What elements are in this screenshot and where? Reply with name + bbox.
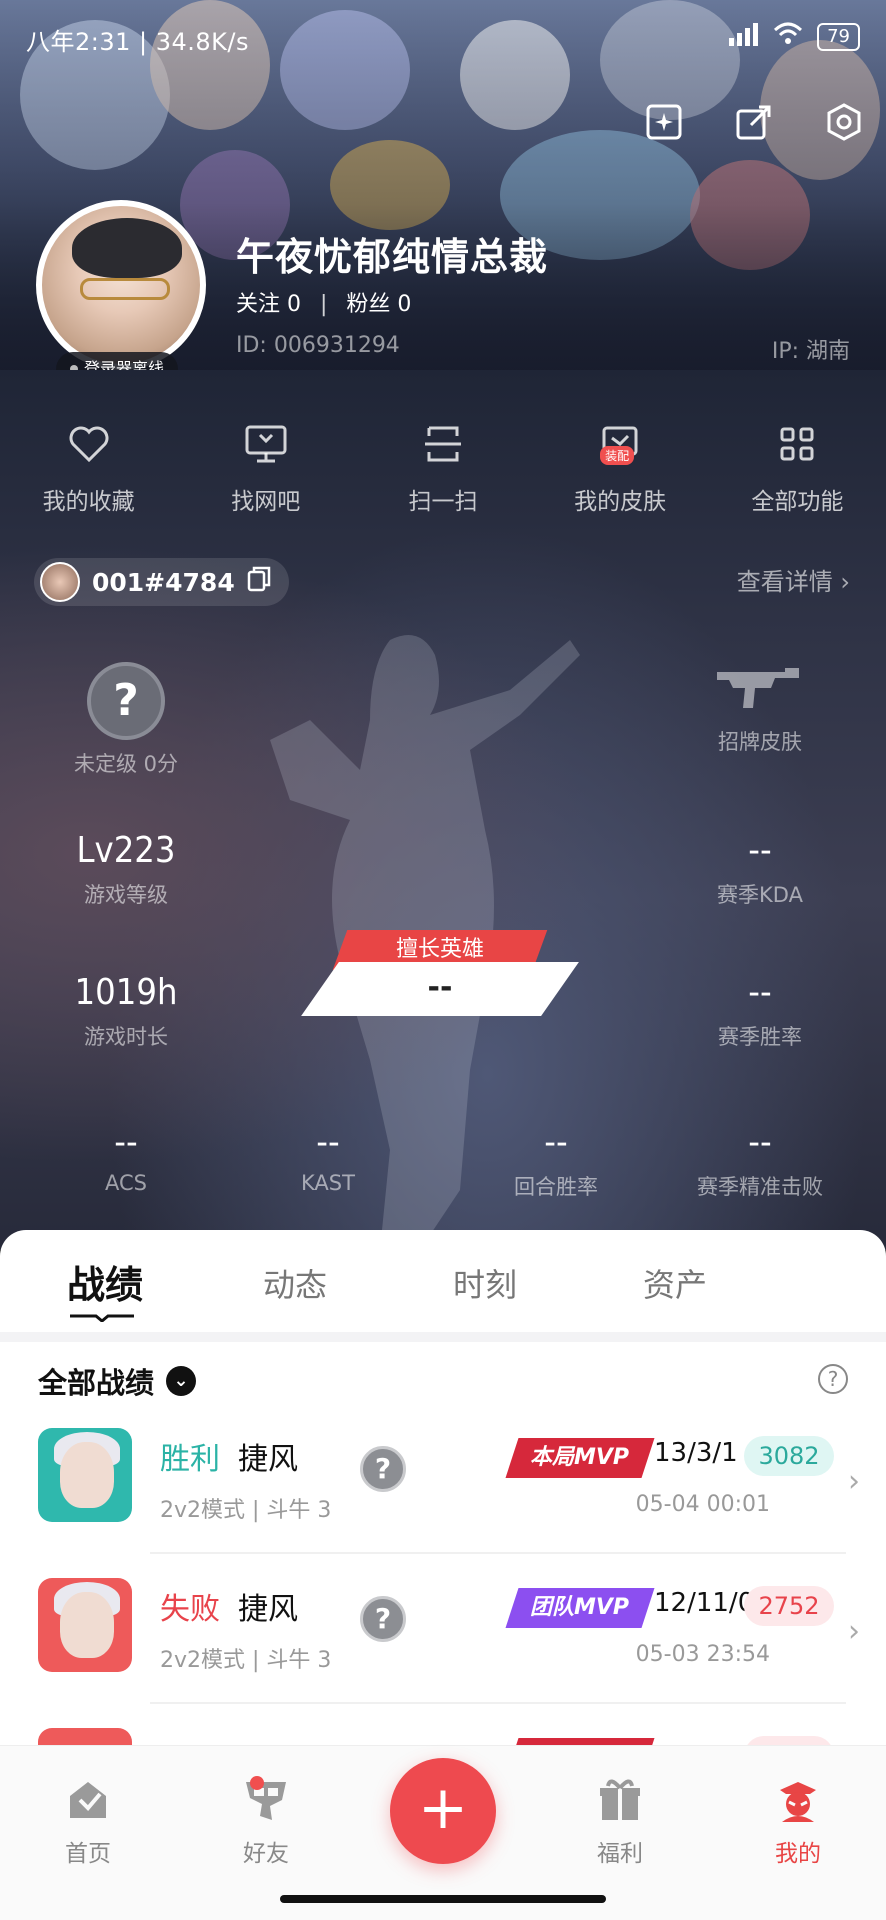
- quick-find-netcafe[interactable]: 找网吧: [186, 420, 346, 516]
- quick-favorites[interactable]: 我的收藏: [9, 420, 169, 516]
- acs-stat: -- ACS: [105, 1122, 147, 1195]
- match-mode: 2v2模式 | 斗牛 3: [160, 1648, 332, 1673]
- all-records-filter[interactable]: 全部战绩 ⌄: [38, 1360, 197, 1402]
- sparkle-edit-icon[interactable]: [642, 100, 686, 144]
- signature-skin-stat[interactable]: 招牌皮肤: [670, 666, 850, 756]
- chevron-right-icon: ›: [848, 1614, 860, 1649]
- user-avatar[interactable]: [36, 200, 206, 370]
- scan-icon: [419, 420, 467, 468]
- copy-icon[interactable]: [247, 566, 271, 598]
- tabs-divider: [0, 1332, 886, 1342]
- hero-portrait: [38, 1578, 132, 1672]
- gift-icon: [596, 1776, 644, 1824]
- signal-icon: [729, 22, 759, 52]
- help-icon[interactable]: ?: [818, 1364, 848, 1394]
- gun-icon: [670, 666, 850, 718]
- home-indicator: [280, 1895, 606, 1903]
- match-row[interactable]: 胜利 捷风 2v2模式 | 斗牛 3 ? 本局MVP 13/3/1 3082 0…: [0, 1428, 886, 1578]
- unknown-rank-icon: ?: [360, 1446, 406, 1492]
- profile-icon: [774, 1776, 822, 1824]
- hours-stat: 1019h 游戏时长: [74, 972, 178, 1049]
- chevron-right-icon: ›: [848, 1464, 860, 1499]
- nav-friends[interactable]: 好友: [206, 1776, 326, 1868]
- game-tag: 001#4784: [92, 567, 235, 597]
- match-kda: 12/11/0: [654, 1588, 755, 1618]
- nav-me[interactable]: 我的: [738, 1776, 858, 1868]
- user-ip-location: IP: 湖南: [771, 339, 850, 364]
- game-account-pill[interactable]: 001#4784: [34, 558, 289, 606]
- tab-moments[interactable]: 时刻: [390, 1230, 580, 1330]
- home-icon: [64, 1776, 112, 1824]
- match-kda: 13/3/1: [654, 1438, 738, 1468]
- settings-icon[interactable]: [822, 100, 866, 144]
- winrate-stat: -- 赛季胜率: [718, 972, 802, 1049]
- chevron-right-icon: ›: [840, 568, 850, 596]
- grid-icon: [773, 420, 821, 468]
- best-hero-value: --: [427, 970, 453, 1005]
- notification-dot: [250, 1776, 264, 1790]
- match-row[interactable]: 失败 捷风 2v2模式 | 斗牛 3 ? 团队MVP 12/11/0 2752 …: [0, 1578, 886, 1728]
- hero-portrait: [38, 1428, 132, 1522]
- friends-icon: [242, 1776, 290, 1824]
- quick-all-features[interactable]: 全部功能: [717, 420, 877, 516]
- monitor-icon: [242, 420, 290, 468]
- match-score: 3082: [744, 1436, 834, 1476]
- follow-count[interactable]: 关注 0: [236, 292, 301, 317]
- quick-my-skins[interactable]: 装配 我的皮肤: [540, 420, 700, 516]
- status-time-speed: 八年2:31 | 34.8K/s: [26, 28, 250, 56]
- username: 午夜忧郁纯情总裁: [236, 235, 549, 279]
- skin-badge: 装配: [600, 446, 635, 465]
- chevron-down-icon: ⌄: [166, 1366, 197, 1396]
- rank-stat[interactable]: ? 未定级 0分: [36, 662, 216, 778]
- match-result: 胜利: [160, 1442, 220, 1477]
- match-score: 2752: [744, 1586, 834, 1626]
- round-winrate-stat: -- 回合胜率: [514, 1122, 598, 1199]
- fans-count[interactable]: 粉丝 0: [346, 292, 411, 317]
- rank-unknown-icon: ?: [87, 662, 165, 740]
- view-details-link[interactable]: 查看详情 ›: [737, 562, 850, 597]
- nav-home[interactable]: 首页: [28, 1776, 148, 1868]
- quick-actions: 我的收藏 找网吧 扫一扫 装配 我的皮肤 全部功能: [0, 420, 886, 516]
- quick-scan[interactable]: 扫一扫: [363, 420, 523, 516]
- battery-indicator: 79: [817, 23, 860, 51]
- nav-rewards[interactable]: 福利: [560, 1776, 680, 1868]
- row-divider: [150, 1552, 846, 1554]
- kast-stat: -- KAST: [301, 1122, 355, 1195]
- tab-feed[interactable]: 动态: [200, 1230, 390, 1330]
- top-actions: [642, 100, 866, 144]
- kda-stat: -- 赛季KDA: [717, 830, 803, 907]
- skin-icon: 装配: [596, 420, 644, 468]
- unknown-rank-icon: ?: [360, 1596, 406, 1642]
- level-stat: Lv223 游戏等级: [76, 830, 176, 907]
- row-divider: [150, 1702, 846, 1704]
- tab-assets[interactable]: 资产: [580, 1230, 770, 1330]
- headshot-stat: -- 赛季精准击败: [697, 1122, 823, 1199]
- user-id: ID: 006931294: [236, 333, 400, 358]
- hero-name: 捷风: [238, 1592, 298, 1627]
- mvp-badge: 团队MVP: [505, 1588, 655, 1628]
- share-icon[interactable]: [732, 100, 776, 144]
- tab-active-indicator: [70, 1314, 134, 1322]
- plus-icon: +: [417, 1773, 469, 1843]
- game-avatar: [40, 562, 80, 602]
- match-time: 05-03 23:54: [635, 1642, 770, 1667]
- mvp-badge: 本局MVP: [505, 1438, 655, 1478]
- heart-icon: [65, 420, 113, 468]
- match-time: 05-04 00:01: [635, 1492, 770, 1517]
- follow-stats: 关注 0 | 粉丝 0: [236, 292, 412, 317]
- hero-name: 捷风: [238, 1442, 298, 1477]
- match-mode: 2v2模式 | 斗牛 3: [160, 1498, 332, 1523]
- create-post-button[interactable]: +: [390, 1758, 496, 1864]
- status-bar: 八年2:31 | 34.8K/s 79: [0, 0, 886, 70]
- match-result: 失败: [160, 1592, 220, 1627]
- wifi-icon: [773, 22, 803, 52]
